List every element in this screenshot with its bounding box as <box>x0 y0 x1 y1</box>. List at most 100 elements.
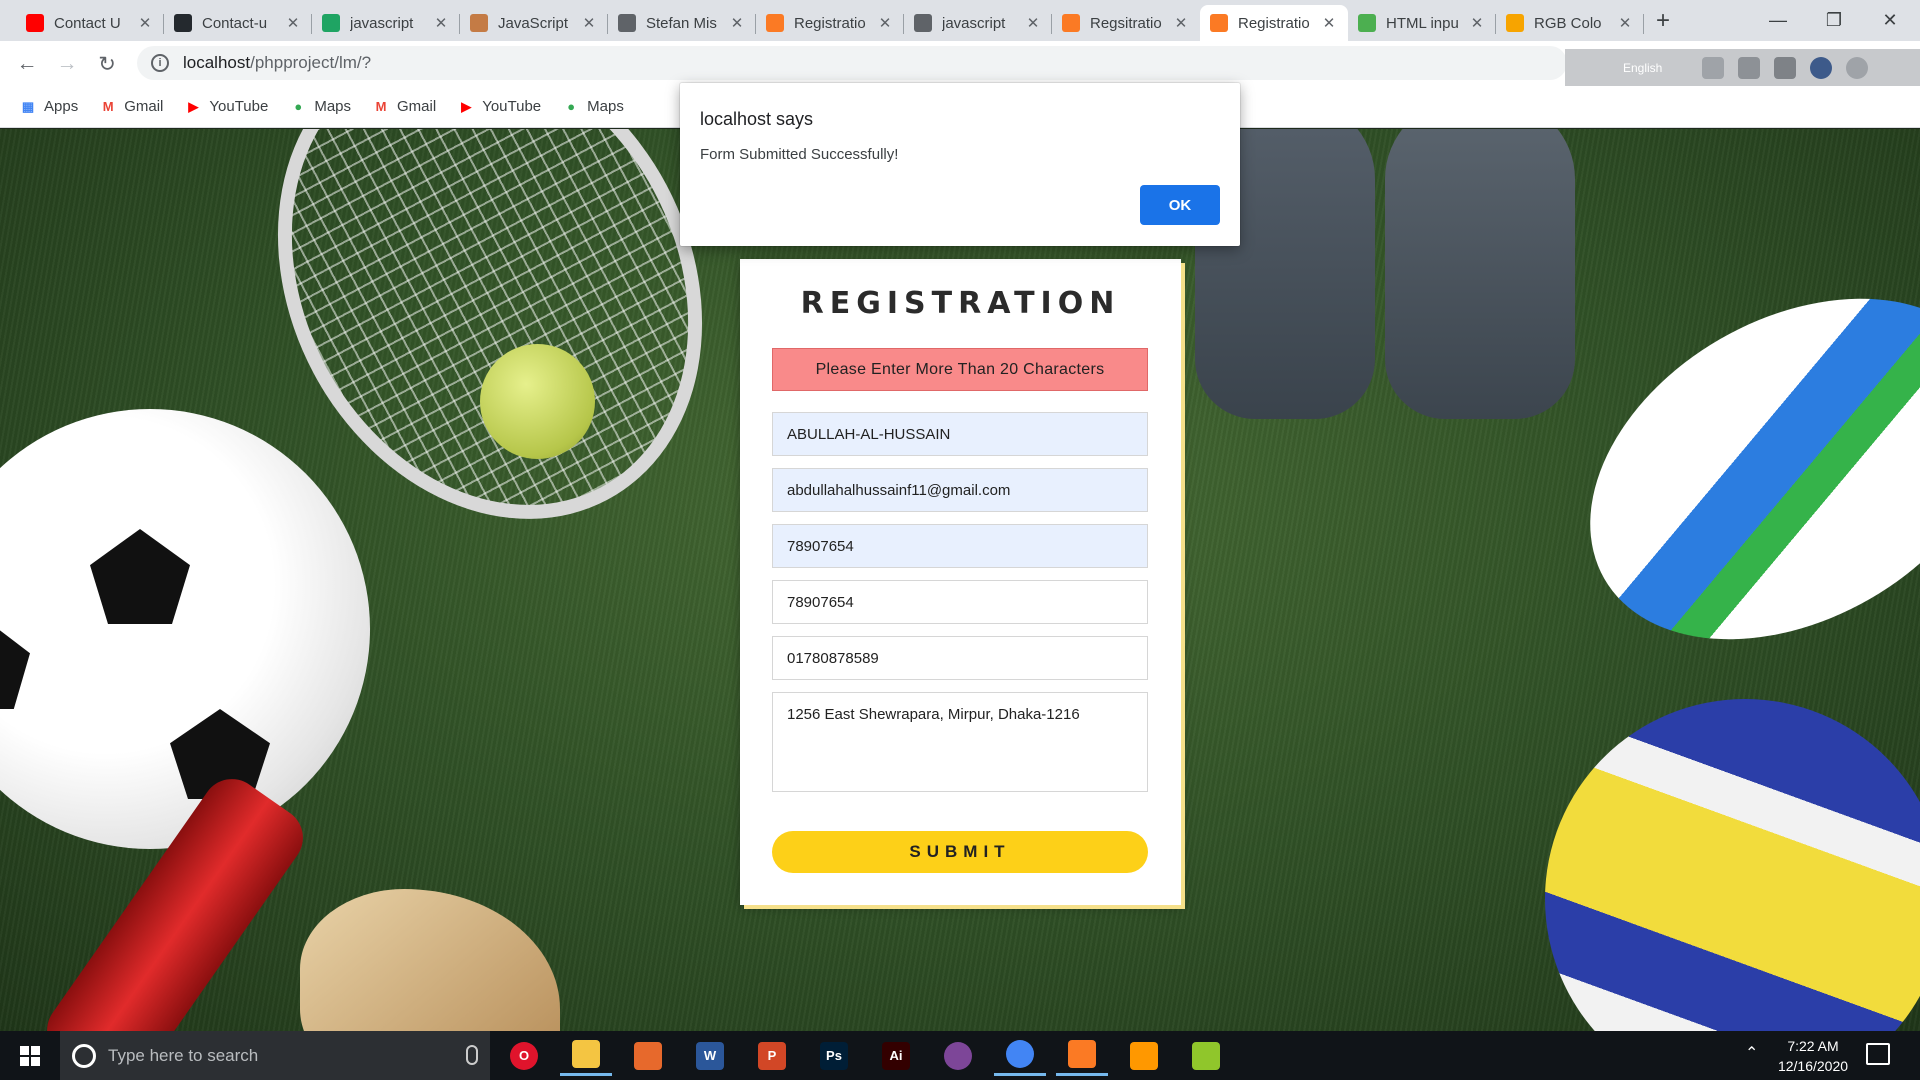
close-tab-icon[interactable]: ✕ <box>580 14 598 32</box>
notifications-icon[interactable] <box>1866 1043 1890 1065</box>
close-tab-icon[interactable]: ✕ <box>1024 14 1042 32</box>
browser-tab[interactable]: Contact-u ✕ <box>164 5 312 41</box>
bookmark-item[interactable]: ▶ YouTube <box>458 98 541 115</box>
matlab-icon <box>634 1041 662 1070</box>
clock-time: 7:22 AM <box>1787 1038 1839 1054</box>
bookmark-item[interactable]: ▶ YouTube <box>185 98 268 115</box>
globe-icon <box>914 14 932 32</box>
registration-form: REGISTRATION Please Enter More Than 20 C… <box>740 259 1181 905</box>
new-tab-button[interactable]: + <box>1656 7 1670 35</box>
bookmark-item[interactable]: ▦ Apps <box>20 98 78 115</box>
taskbar-app-matlab[interactable] <box>622 1035 674 1076</box>
apps-grid-icon: ▦ <box>21 98 35 114</box>
address-textarea[interactable]: 1256 East Shewrapara, Mirpur, Dhaka-1216 <box>772 692 1148 792</box>
back-icon[interactable]: ← <box>12 49 42 79</box>
browser-tab[interactable]: HTML inpu ✕ <box>1348 5 1496 41</box>
youtube-icon: ▶ <box>188 98 199 114</box>
name-input[interactable]: ABULLAH-AL-HUSSAIN <box>772 412 1148 456</box>
browser-tab[interactable]: Stefan Mis ✕ <box>608 5 756 41</box>
taskbar-app-tor-browser[interactable] <box>932 1035 984 1076</box>
close-tab-icon[interactable]: ✕ <box>1172 14 1190 32</box>
windows-logo-icon <box>20 1045 40 1066</box>
system-clock[interactable]: 7:22 AM 12/16/2020 <box>1768 1036 1858 1076</box>
github-icon <box>174 14 192 32</box>
forward-icon[interactable]: → <box>52 49 82 79</box>
confirm-password-input[interactable]: 78907654 <box>772 580 1148 624</box>
browser-tab[interactable]: JavaScript ✕ <box>460 5 608 41</box>
avatar-icon <box>470 14 488 32</box>
tab-title: Stefan Mis <box>646 14 717 32</box>
browser-tab[interactable]: Registratio ✕ <box>756 5 904 41</box>
extension-icon[interactable] <box>1738 57 1761 79</box>
close-window-button[interactable]: ✕ <box>1862 2 1918 38</box>
taskbar-app-opera[interactable]: O <box>498 1035 550 1076</box>
cortana-icon[interactable] <box>72 1043 96 1068</box>
tab-title: JavaScript <box>498 14 569 32</box>
url-text: localhost/phpproject/lm/? <box>183 53 371 73</box>
clock-date: 12/16/2020 <box>1777 1058 1849 1074</box>
browser-toolbar: ← → ↻ i localhost/phpproject/lm/? Englis… <box>0 41 1920 87</box>
puzzle-icon[interactable] <box>1774 57 1797 79</box>
bookmark-item[interactable]: ● Maps <box>290 98 351 115</box>
email-input[interactable]: abdullahalhussainf11@gmail.com <box>772 468 1148 512</box>
google-drive-icon <box>322 14 340 32</box>
start-button[interactable] <box>0 1031 60 1080</box>
phone-input[interactable]: 01780878589 <box>772 636 1148 680</box>
xampp-icon <box>1062 14 1080 32</box>
taskbar-app-file-explorer[interactable] <box>560 1035 612 1076</box>
taskbar-app-illustrator[interactable]: Ai <box>870 1035 922 1076</box>
password-input[interactable]: 78907654 <box>772 524 1148 568</box>
microphone-icon[interactable] <box>466 1045 478 1065</box>
close-tab-icon[interactable]: ✕ <box>728 14 746 32</box>
tab-title: Registratio <box>1238 14 1310 32</box>
taskbar-app-chrome[interactable] <box>994 1035 1046 1076</box>
opera-icon: O <box>510 1041 538 1070</box>
browser-tab[interactable]: Regsitratio ✕ <box>1052 5 1200 41</box>
browser-tab[interactable]: Registratio ✕ <box>1200 5 1348 41</box>
maps-pin-icon: ● <box>567 99 576 114</box>
browser-tab[interactable]: Contact U ✕ <box>16 5 164 41</box>
tor-browser-icon <box>944 1041 972 1070</box>
show-hidden-icons-icon[interactable]: ⌃ <box>1745 1043 1758 1063</box>
site-info-icon[interactable]: i <box>151 54 169 72</box>
close-tab-icon[interactable]: ✕ <box>432 14 450 32</box>
close-tab-icon[interactable]: ✕ <box>1320 14 1338 32</box>
profile-avatar-icon[interactable] <box>1810 57 1833 79</box>
taskbar-app-xampp[interactable] <box>1056 1035 1108 1076</box>
bookmark-item[interactable]: ● Maps <box>563 98 624 115</box>
minimize-button[interactable]: — <box>1750 2 1806 38</box>
bookmark-star-icon[interactable] <box>1702 57 1725 79</box>
browser-tab[interactable]: javascript ✕ <box>904 5 1052 41</box>
address-bar[interactable]: i localhost/phpproject/lm/? <box>137 46 1567 80</box>
taskbar-app-notepad-plus-plus[interactable] <box>1180 1035 1232 1076</box>
taskbar-app-powerpoint[interactable]: P <box>746 1035 798 1076</box>
powerpoint-icon: P <box>758 1041 786 1070</box>
close-tab-icon[interactable]: ✕ <box>284 14 302 32</box>
ok-button[interactable]: OK <box>1140 185 1220 225</box>
menu-icon[interactable] <box>1846 57 1869 79</box>
close-tab-icon[interactable]: ✕ <box>1468 14 1486 32</box>
browser-tab[interactable]: RGB Colo ✕ <box>1496 5 1644 41</box>
error-message: Please Enter More Than 20 Characters <box>772 348 1148 391</box>
globe-icon <box>618 14 636 32</box>
close-tab-icon[interactable]: ✕ <box>876 14 894 32</box>
tab-title: HTML inpu <box>1386 14 1459 32</box>
bookmark-item[interactable]: M Gmail <box>373 98 437 115</box>
taskbar-app-sublime-text[interactable] <box>1118 1035 1170 1076</box>
taskbar-app-word[interactable]: W <box>684 1035 736 1076</box>
rapidtables-icon <box>1506 14 1524 32</box>
close-tab-icon[interactable]: ✕ <box>1616 14 1634 32</box>
tab-title: Registratio <box>794 14 866 32</box>
maximize-button[interactable]: ❐ <box>1806 2 1862 38</box>
submit-button[interactable]: SUBMIT <box>772 831 1148 873</box>
chrome-icon <box>1006 1040 1034 1068</box>
taskbar-app-photoshop[interactable]: Ps <box>808 1035 860 1076</box>
bookmark-item[interactable]: M Gmail <box>100 98 164 115</box>
reload-icon[interactable]: ↻ <box>92 49 122 79</box>
browser-tab[interactable]: javascript ✕ <box>312 5 460 41</box>
xampp-icon <box>766 14 784 32</box>
tab-title: Regsitratio <box>1090 14 1162 32</box>
close-tab-icon[interactable]: ✕ <box>136 14 154 32</box>
taskbar-search[interactable]: Type here to search <box>60 1031 490 1080</box>
language-extension-label[interactable]: English <box>1623 61 1662 75</box>
